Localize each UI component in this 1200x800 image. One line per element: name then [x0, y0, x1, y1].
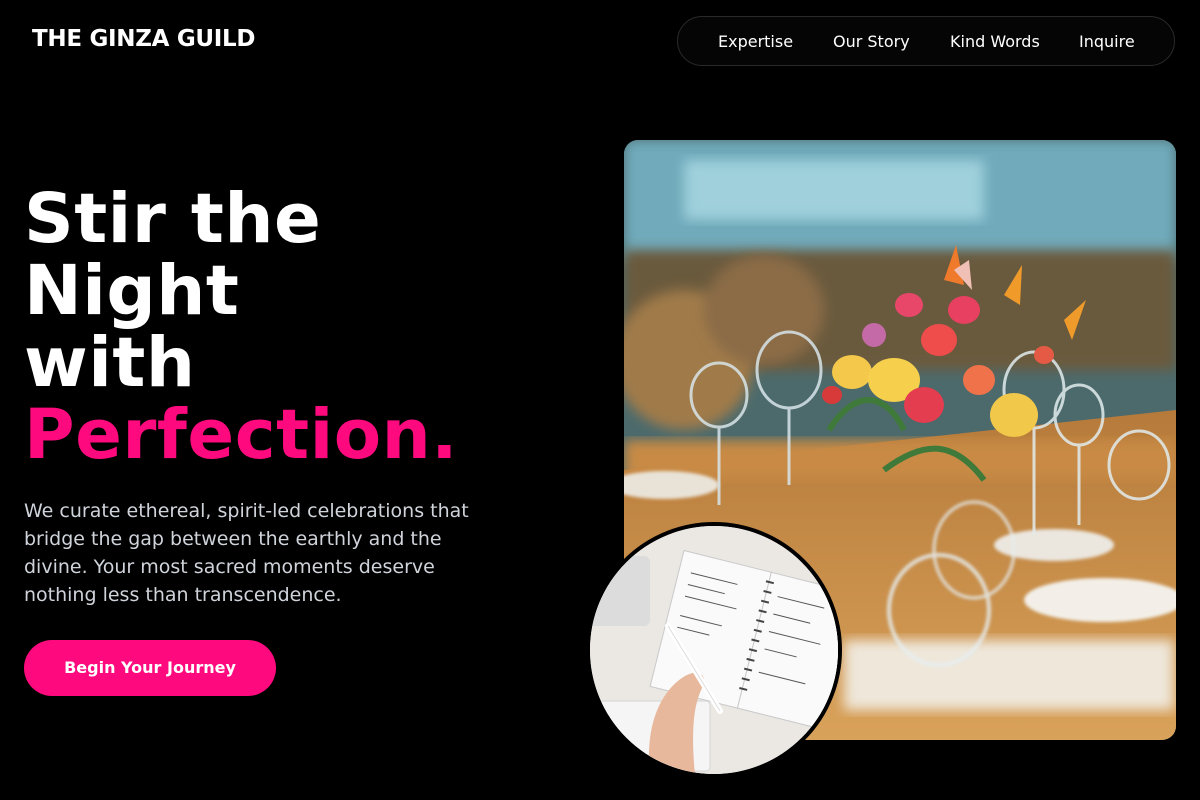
planner-illustration [590, 526, 838, 774]
begin-journey-button[interactable]: Begin Your Journey [24, 640, 276, 696]
hero-headline: Stir the Night with Perfection. [24, 183, 458, 471]
nav-link-inquire[interactable]: Inquire [1079, 32, 1135, 51]
headline-line-2: Night [24, 251, 240, 331]
brand-logo[interactable]: THE GINZA GUILD [32, 26, 255, 52]
headline-line-3: with [24, 323, 196, 403]
nav-link-kind-words[interactable]: Kind Words [950, 32, 1040, 51]
main-nav: Expertise Our Story Kind Words Inquire [677, 16, 1175, 66]
nav-link-expertise[interactable]: Expertise [718, 32, 793, 51]
planner-inset-photo [586, 522, 842, 778]
headline-accent: Perfection. [24, 395, 458, 475]
hero-subtext: We curate ethereal, spirit-led celebrati… [24, 500, 469, 606]
headline-line-1: Stir the [24, 179, 322, 259]
nav-link-our-story[interactable]: Our Story [833, 32, 910, 51]
